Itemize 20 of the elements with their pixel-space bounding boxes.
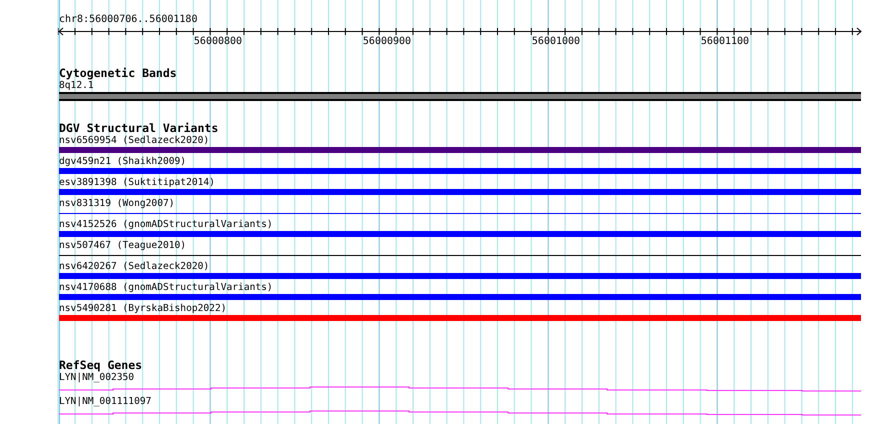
feature-label: nsv6420267 (Sedlazeck2020)	[59, 261, 210, 273]
feature-label: nsv4170688 (gnomADStructuralVariants)	[59, 282, 274, 294]
tick-label: 56001100	[700, 36, 750, 47]
feature-label: LYN|NM_002350	[59, 372, 136, 384]
feature-label: 8q12.1	[59, 80, 95, 92]
feature-label: nsv5490281 (ByrskaBishop2022)	[59, 303, 228, 315]
tick-label: 56000800	[194, 36, 242, 47]
track-title: RefSeq Genes	[59, 358, 144, 372]
feature-label: nsv831319 (Wong2007)	[59, 198, 176, 210]
track-title: DGV Structural Variants	[59, 121, 220, 135]
feature-label: LYN|NM_001111097	[59, 396, 152, 408]
feature-label: nsv4152526 (gnomADStructuralVariants)	[59, 219, 274, 231]
tick-label: 56000900	[362, 36, 412, 47]
track-title: Cytogenetic Bands	[59, 66, 178, 80]
tick-label: 56001000	[532, 36, 580, 47]
locus-label: chr8:56000706..56001180	[59, 14, 198, 26]
feature-label: esv3891398 (Suktitipat2014)	[59, 177, 216, 189]
feature-label: nsv507467 (Teague2010)	[59, 240, 188, 252]
feature-label: dgv459n21 (Shaikh2009)	[59, 156, 188, 168]
feature-label: nsv6569954 (Sedlazeck2020)	[59, 135, 210, 147]
